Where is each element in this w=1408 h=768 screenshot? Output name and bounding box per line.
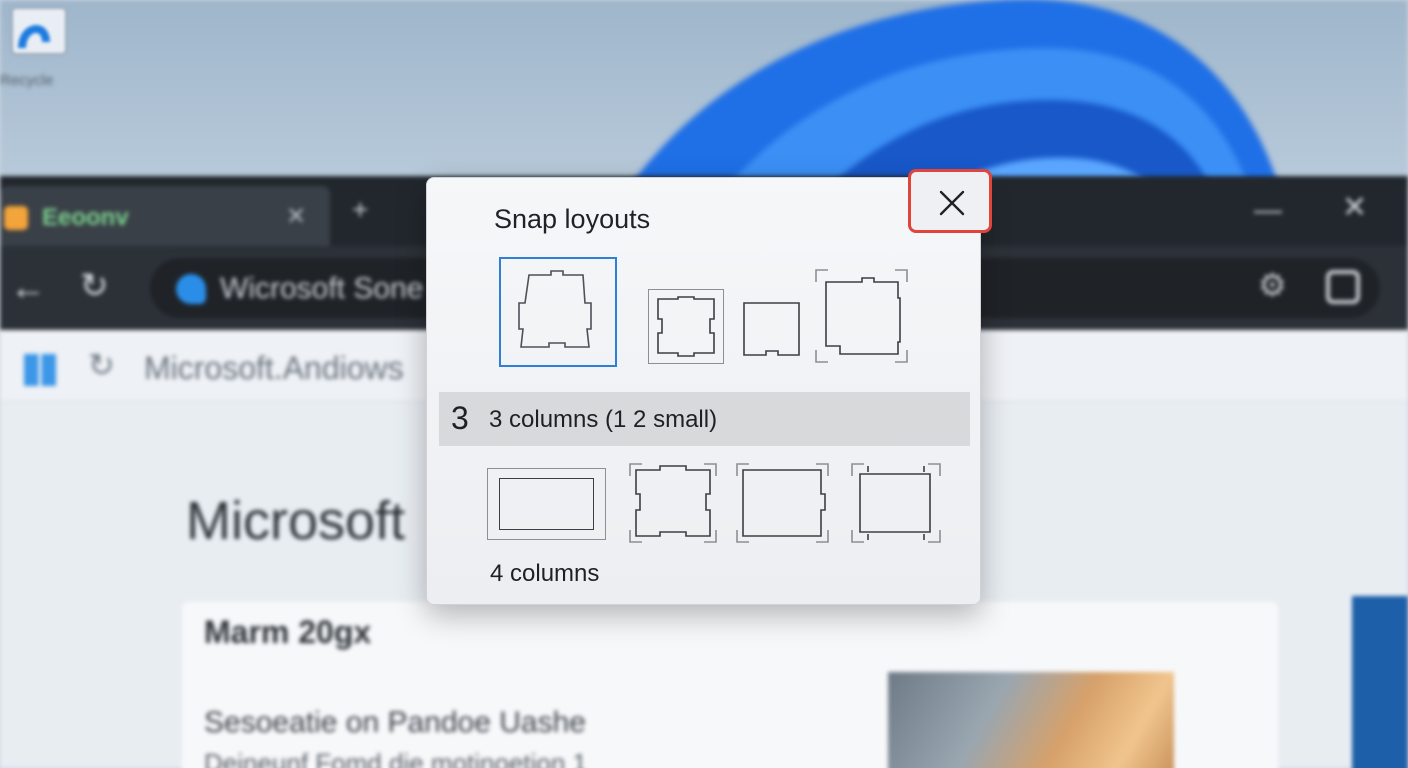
tab-close-icon[interactable]: ✕ bbox=[286, 202, 306, 231]
layout-shape bbox=[629, 463, 717, 543]
tab-title: Eeoonv bbox=[42, 204, 129, 231]
browser-tab[interactable]: Eeoonv ✕ bbox=[0, 186, 330, 246]
layout-option-5[interactable] bbox=[487, 468, 606, 540]
layout-option-2[interactable] bbox=[648, 289, 724, 364]
snap-layouts-panel: Snap loyouts 3 3 columns (1 2 small) 4 c… bbox=[426, 169, 992, 605]
layout-shape bbox=[815, 269, 908, 363]
layout-group-label: 4 columns bbox=[490, 560, 600, 587]
back-arrow-icon[interactable]: ← bbox=[10, 266, 46, 308]
content-card: Marm 20gx Sesoeatie on Pandoe Uashe Dein… bbox=[182, 602, 1278, 768]
layout-option-6[interactable] bbox=[628, 462, 718, 544]
card-title: Marm 20gx bbox=[204, 614, 372, 650]
computer-icon[interactable] bbox=[4, 2, 68, 66]
layout-shape bbox=[743, 302, 800, 356]
layout-option-3[interactable] bbox=[742, 301, 801, 357]
layout-option-7[interactable] bbox=[735, 462, 830, 544]
card-subtitle[interactable]: Sesoeatie on Pandoe Uashe bbox=[204, 706, 586, 740]
desktop-icon-label: Recycle bbox=[0, 72, 54, 89]
windows-logo-icon[interactable] bbox=[24, 354, 56, 386]
layout-shape bbox=[518, 270, 592, 348]
card-subtitle-2: Deineunf Fomd die motinoetion 1 bbox=[204, 748, 588, 768]
extensions-icon[interactable] bbox=[1326, 270, 1360, 304]
shield-icon bbox=[4, 206, 28, 230]
new-tab-icon[interactable]: + bbox=[352, 194, 368, 226]
layout-shape bbox=[736, 463, 829, 543]
card-image bbox=[888, 672, 1174, 768]
layout-shape bbox=[851, 463, 941, 543]
layout-option-4[interactable] bbox=[814, 268, 909, 364]
panel-title: Snap loyouts bbox=[494, 204, 651, 234]
layout-group-highlight[interactable]: 3 3 columns (1 2 small) bbox=[439, 392, 970, 446]
layout-option-8[interactable] bbox=[850, 462, 942, 544]
close-button[interactable] bbox=[908, 169, 992, 233]
page-heading: Microsoft bbox=[186, 491, 406, 551]
window-close-icon[interactable]: ✕ bbox=[1342, 190, 1367, 225]
side-panel bbox=[1352, 596, 1408, 768]
refresh-icon[interactable]: ↻ bbox=[88, 346, 115, 384]
gear-icon[interactable]: ⚙ bbox=[1258, 266, 1287, 304]
address-text: Wicrosoft Sone bbox=[220, 272, 424, 305]
layout-shape bbox=[657, 296, 715, 357]
bookmark-text[interactable]: Microsoft.Andiows bbox=[144, 350, 404, 387]
minimize-icon[interactable]: — bbox=[1254, 194, 1282, 226]
layout-option-1[interactable] bbox=[499, 257, 617, 367]
layout-group-number: 3 bbox=[451, 400, 469, 436]
close-icon bbox=[939, 190, 965, 216]
layout-group-label: 3 columns (1 2 small) bbox=[489, 406, 718, 433]
refresh-icon[interactable]: ↻ bbox=[80, 266, 109, 306]
edge-icon bbox=[176, 274, 206, 304]
